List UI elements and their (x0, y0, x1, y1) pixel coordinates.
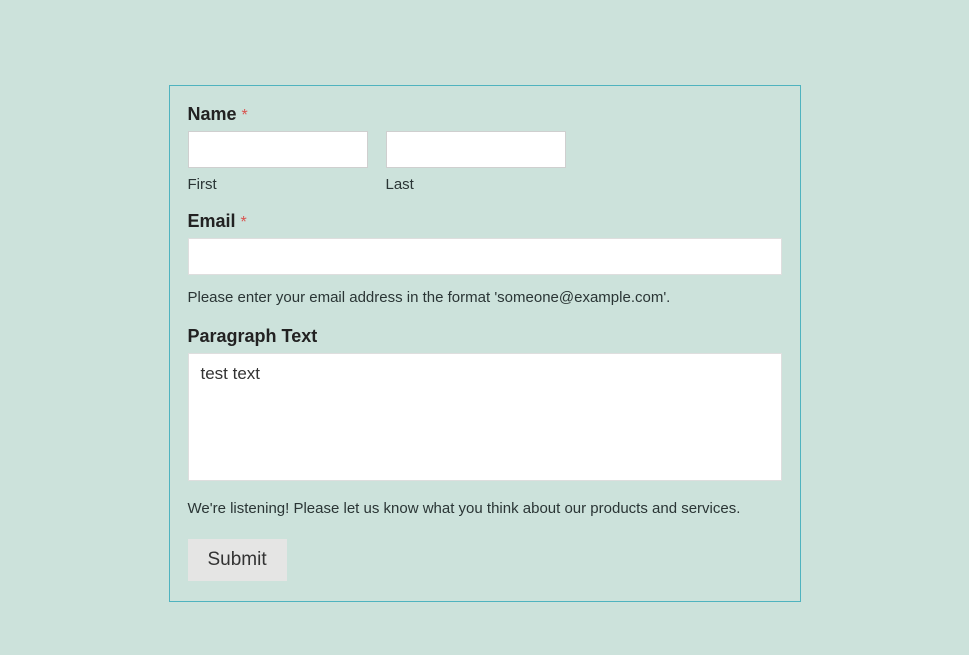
first-name-wrapper: First (188, 131, 368, 193)
email-hint: Please enter your email address in the f… (188, 287, 782, 308)
required-mark: * (242, 107, 248, 124)
last-name-sublabel: Last (386, 176, 566, 193)
last-name-input[interactable] (386, 131, 566, 168)
paragraph-label: Paragraph Text (188, 326, 782, 347)
paragraph-field-group: Paragraph Text We're listening! Please l… (188, 326, 782, 519)
email-field-group: Email * Please enter your email address … (188, 211, 782, 308)
form-container: Name * First Last Email * Please enter y… (169, 85, 801, 602)
name-field-group: Name * First Last (188, 104, 782, 193)
name-row: First Last (188, 131, 782, 193)
email-label-text: Email (188, 211, 236, 231)
paragraph-hint: We're listening! Please let us know what… (188, 498, 782, 519)
paragraph-input[interactable] (188, 353, 782, 481)
name-label: Name * (188, 104, 782, 125)
email-input[interactable] (188, 238, 782, 275)
email-label: Email * (188, 211, 782, 232)
name-label-text: Name (188, 104, 237, 124)
last-name-wrapper: Last (386, 131, 566, 193)
submit-button[interactable]: Submit (188, 539, 287, 581)
first-name-sublabel: First (188, 176, 368, 193)
first-name-input[interactable] (188, 131, 368, 168)
required-mark: * (241, 214, 247, 231)
